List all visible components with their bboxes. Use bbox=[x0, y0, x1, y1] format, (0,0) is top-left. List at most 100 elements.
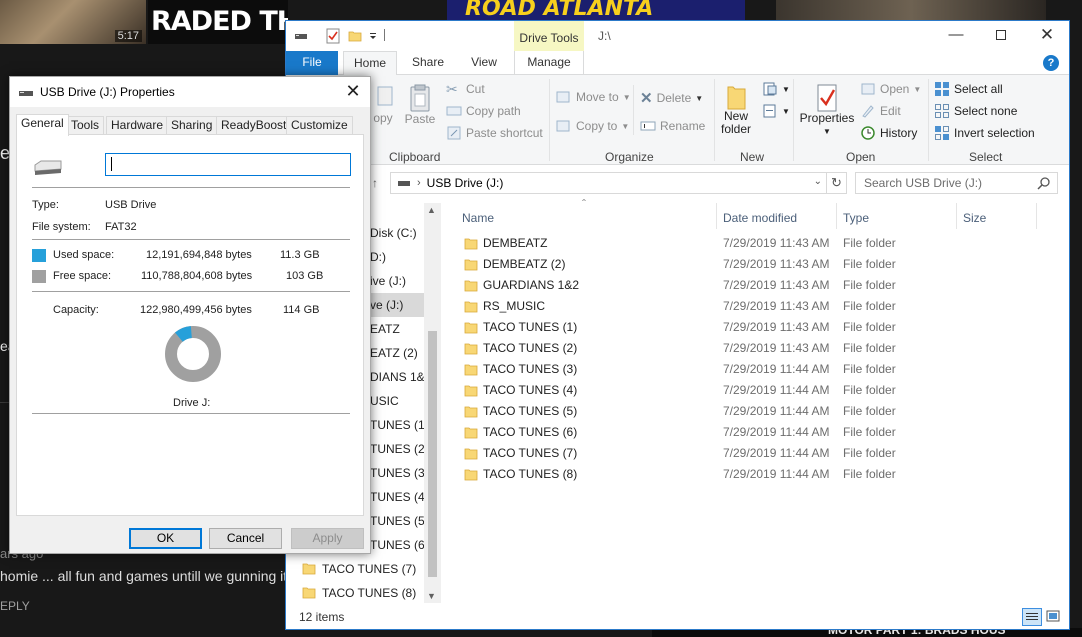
copy-button[interactable]: opy bbox=[368, 85, 398, 129]
folder-icon bbox=[302, 563, 316, 575]
tab-manage[interactable]: Manage bbox=[514, 51, 584, 75]
copy-to-button[interactable]: Copy to ▼ bbox=[556, 118, 629, 134]
drive-name-field[interactable] bbox=[105, 153, 351, 176]
new-folder-button[interactable]: New folder bbox=[718, 83, 754, 140]
paste-icon bbox=[410, 84, 430, 112]
tab-home[interactable]: Home bbox=[343, 51, 397, 76]
table-row[interactable]: TACO TUNES (4) 7/29/2019 11:44 AM File fol… bbox=[446, 380, 1066, 401]
tab-readyboost[interactable]: ReadyBoost bbox=[216, 116, 292, 135]
minimize-icon: — bbox=[948, 26, 964, 43]
scrollbar-thumb[interactable] bbox=[428, 331, 437, 577]
minimize-button[interactable]: — bbox=[933, 21, 979, 51]
chevron-down-icon: ▼ bbox=[621, 121, 630, 131]
paste-shortcut-button[interactable]: Paste shortcut bbox=[446, 125, 543, 141]
customize-qat-button[interactable] bbox=[368, 28, 378, 44]
refresh-button[interactable]: ↻ bbox=[827, 172, 847, 194]
edit-button[interactable]: Edit bbox=[860, 103, 901, 119]
up-arrow-icon[interactable]: ↑ bbox=[372, 176, 378, 190]
column-header-name[interactable]: Name bbox=[446, 205, 494, 231]
disk-usage-donut-chart bbox=[165, 326, 221, 382]
dialog-close-button[interactable]: ✕ bbox=[341, 80, 365, 102]
video-thumbnail-3[interactable]: ROAD ATLANTA bbox=[447, 0, 745, 20]
address-field[interactable]: › USB Drive (J:) ⌄ bbox=[390, 172, 827, 194]
scroll-down-icon[interactable]: ▼ bbox=[427, 591, 436, 601]
open-button[interactable]: Open ▼ bbox=[860, 81, 921, 97]
nav-scrollbar[interactable]: ▲ ▼ bbox=[424, 203, 441, 603]
breadcrumb[interactable]: USB Drive (J:) bbox=[427, 176, 504, 190]
video-thumbnail-1[interactable]: 5:17 bbox=[0, 0, 146, 44]
select-all-button[interactable]: Select all bbox=[934, 81, 1003, 97]
apply-button[interactable]: Apply bbox=[291, 528, 364, 549]
sort-arrow-icon: ˆ bbox=[582, 197, 586, 211]
invert-selection-button[interactable]: Invert selection bbox=[934, 125, 1035, 141]
large-icons-view-button[interactable] bbox=[1044, 608, 1064, 626]
table-row[interactable]: TACO TUNES (7) 7/29/2019 11:44 AM File fol… bbox=[446, 443, 1066, 464]
column-separator[interactable] bbox=[1036, 203, 1037, 229]
file-type: File folder bbox=[843, 467, 896, 481]
maximize-button[interactable] bbox=[978, 21, 1024, 51]
tab-file[interactable]: File bbox=[286, 51, 338, 75]
paste-button[interactable]: Paste bbox=[403, 83, 437, 129]
reply-button[interactable]: EPLY bbox=[0, 599, 30, 613]
tab-general[interactable]: General bbox=[16, 114, 69, 136]
properties-qat-button[interactable] bbox=[326, 28, 340, 44]
maximize-icon bbox=[996, 30, 1006, 40]
column-header-size[interactable]: Size bbox=[947, 205, 986, 231]
video-thumbnail-4[interactable] bbox=[776, 0, 1046, 20]
table-row[interactable]: GUARDIANS 1&2 7/29/2019 11:43 AM File fold… bbox=[446, 275, 1066, 296]
nav-item-label: D:) bbox=[370, 250, 386, 264]
table-row[interactable]: TACO TUNES (6) 7/29/2019 11:44 AM File fol… bbox=[446, 422, 1066, 443]
delete-button[interactable]: ✕ Delete ▼ bbox=[640, 89, 703, 107]
rename-button[interactable]: Rename bbox=[640, 118, 705, 134]
tab-share[interactable]: Share bbox=[403, 51, 453, 75]
table-row[interactable]: DEMBEATZ 7/29/2019 11:43 AM File folder bbox=[446, 233, 1066, 254]
chevron-down-icon: ▼ bbox=[782, 106, 790, 116]
file-explorer-window: Drive Tools J:\ — ✕ File Home Share View… bbox=[285, 20, 1070, 630]
tab-view[interactable]: View bbox=[458, 51, 510, 75]
table-row[interactable]: TACO TUNES (3) 7/29/2019 11:44 AM File fol… bbox=[446, 359, 1066, 380]
table-row[interactable]: DEMBEATZ (2) 7/29/2019 11:43 AM File folde… bbox=[446, 254, 1066, 275]
new-folder-qat-button[interactable] bbox=[348, 28, 362, 44]
nav-item-label: TUNES (1) bbox=[370, 418, 424, 432]
column-header-type[interactable]: Type bbox=[827, 205, 869, 231]
select-none-button[interactable]: Select none bbox=[934, 103, 1017, 119]
ok-button[interactable]: OK bbox=[129, 528, 202, 549]
file-name: TACO TUNES (8) bbox=[483, 467, 578, 481]
properties-label: Properties bbox=[799, 111, 855, 125]
help-button[interactable]: ? bbox=[1043, 55, 1059, 71]
file-date: 7/29/2019 11:43 AM bbox=[723, 257, 830, 271]
easy-access-button[interactable]: ▼ bbox=[762, 103, 790, 119]
video-thumbnail-2[interactable]: RADED THE CIVIC bbox=[148, 0, 288, 44]
quick-access-toolbar bbox=[294, 28, 308, 44]
table-row[interactable]: TACO TUNES (5) 7/29/2019 11:44 AM File fol… bbox=[446, 401, 1066, 422]
table-row[interactable]: RS_MUSIC 7/29/2019 11:43 AM File folder bbox=[446, 296, 1066, 317]
search-placeholder: Search USB Drive (J:) bbox=[864, 176, 983, 190]
type-label: Type: bbox=[32, 199, 59, 211]
nav-item[interactable]: TACO TUNES (7) bbox=[286, 557, 424, 581]
copy-path-button[interactable]: Copy path bbox=[446, 103, 521, 119]
close-button[interactable]: ✕ bbox=[1024, 21, 1069, 51]
tab-tools[interactable]: Tools bbox=[66, 116, 105, 135]
search-input[interactable]: Search USB Drive (J:) bbox=[855, 172, 1058, 194]
new-item-button[interactable]: ▼ bbox=[762, 81, 790, 97]
properties-button[interactable]: Properties ▼ bbox=[799, 83, 855, 143]
thumbnail-text: RADED THE CIVIC bbox=[151, 6, 288, 37]
move-to-button[interactable]: Move to ▼ bbox=[556, 89, 631, 105]
cancel-button[interactable]: Cancel bbox=[209, 528, 282, 549]
tab-sharing[interactable]: Sharing bbox=[166, 116, 218, 135]
paste-label: Paste bbox=[404, 112, 436, 126]
tab-hardware[interactable]: Hardware bbox=[106, 116, 169, 135]
file-name: TACO TUNES (4) bbox=[483, 383, 578, 397]
details-view-button[interactable] bbox=[1022, 608, 1042, 626]
cut-button[interactable]: ✂ Cut bbox=[446, 81, 485, 97]
chevron-down-icon[interactable]: ⌄ bbox=[814, 176, 822, 187]
paste-shortcut-icon bbox=[446, 125, 462, 141]
scroll-up-icon[interactable]: ▲ bbox=[427, 205, 436, 215]
table-row[interactable]: TACO TUNES (1) 7/29/2019 11:43 AM File fol… bbox=[446, 317, 1066, 338]
nav-item[interactable]: TACO TUNES (8) bbox=[286, 581, 424, 605]
history-button[interactable]: History bbox=[860, 125, 917, 141]
tab-customize[interactable]: Customize bbox=[286, 116, 353, 135]
column-header-date[interactable]: Date modified bbox=[707, 205, 797, 231]
table-row[interactable]: TACO TUNES (8) 7/29/2019 11:44 AM File fol… bbox=[446, 464, 1066, 485]
table-row[interactable]: TACO TUNES (2) 7/29/2019 11:43 AM File fol… bbox=[446, 338, 1066, 359]
